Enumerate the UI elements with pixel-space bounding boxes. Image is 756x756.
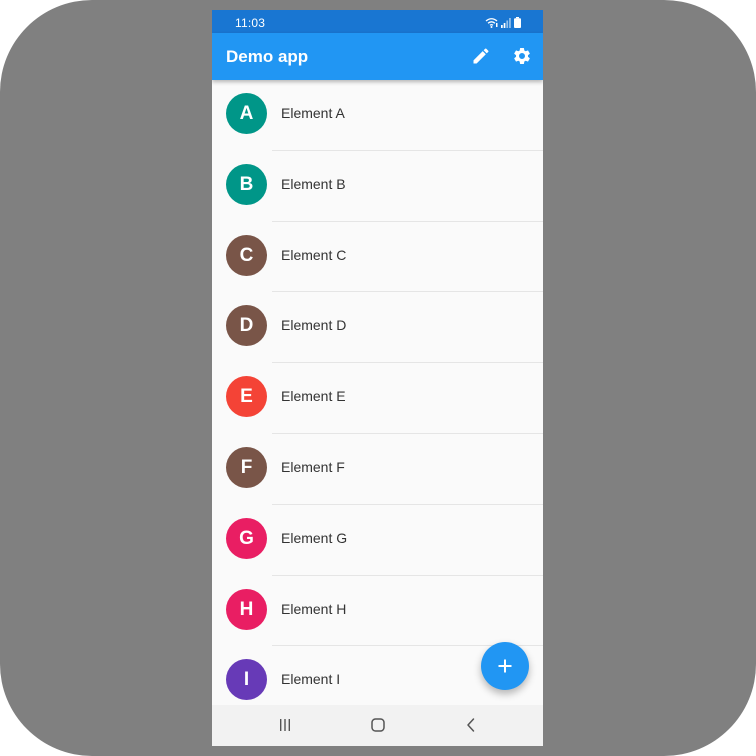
list-item-label: Element E: [281, 388, 346, 405]
device-frame: 11:03 Demo app A Element A B Element B C…: [0, 0, 756, 756]
recent-apps-icon: [280, 719, 290, 731]
wifi-icon: [485, 18, 498, 28]
avatar: D: [226, 305, 267, 347]
list-item[interactable]: G Element G: [212, 505, 543, 576]
status-time: 11:03: [235, 16, 266, 30]
app-title: Demo app: [226, 47, 309, 66]
home-icon: [371, 718, 385, 732]
avatar: H: [226, 588, 267, 630]
settings-icon: [514, 47, 530, 64]
avatar: E: [226, 376, 267, 418]
list-item[interactable]: B Element B: [212, 151, 543, 222]
system-navigation-bar: [212, 705, 543, 746]
add-button[interactable]: [481, 642, 529, 690]
avatar: I: [226, 659, 267, 701]
phone-screen: 11:03 Demo app A Element A B Element B C…: [212, 10, 543, 746]
list-item-label: Element H: [281, 600, 347, 617]
edit-button[interactable]: [468, 43, 494, 69]
list-item-label: Element D: [281, 317, 347, 334]
list-item[interactable]: E Element E: [212, 363, 543, 434]
list-item-label: Element F: [281, 458, 345, 475]
list-item[interactable]: A Element A: [212, 80, 543, 151]
app-bar: Demo app: [212, 33, 543, 80]
list-item-label: Element B: [281, 175, 346, 192]
list-item-label: Element G: [281, 529, 348, 546]
avatar: G: [226, 517, 267, 559]
edit-icon: [473, 48, 489, 64]
list-item-label: Element A: [281, 105, 345, 121]
battery-icon: [514, 17, 521, 28]
settings-button[interactable]: [509, 43, 535, 69]
plus-icon: [498, 659, 512, 673]
list-item[interactable]: D Element D: [212, 292, 543, 363]
recent-apps-button[interactable]: [275, 715, 295, 735]
status-icons: [485, 16, 521, 28]
avatar: F: [226, 446, 267, 488]
avatar: A: [226, 93, 267, 134]
list-item[interactable]: F Element F: [212, 434, 543, 505]
list-item-label: Element I: [281, 671, 341, 688]
back-button[interactable]: [461, 715, 481, 735]
home-button[interactable]: [368, 715, 388, 735]
status-bar: 11:03: [212, 10, 543, 33]
list-item-label: Element C: [281, 246, 347, 263]
avatar: B: [226, 163, 267, 205]
list-item[interactable]: H Element H: [212, 576, 543, 647]
back-icon: [467, 718, 475, 732]
avatar: C: [226, 234, 267, 276]
element-list: A Element A B Element B C Element C D El…: [212, 80, 543, 705]
signal-icon: [501, 18, 511, 28]
list-item[interactable]: C Element C: [212, 222, 543, 293]
